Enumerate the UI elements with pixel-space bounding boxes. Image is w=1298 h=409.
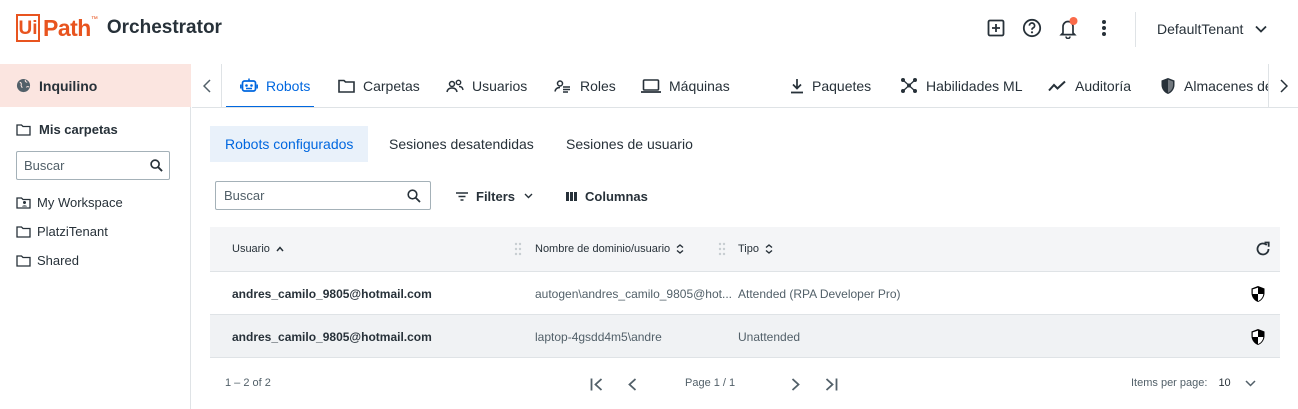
chevron-down-icon [524,193,533,199]
subtab-sesiones-de-usuario[interactable]: Sesiones de usuario [551,126,708,162]
uipath-logo[interactable]: Ui Path ™ Orchestrator [16,14,222,42]
logo-mark: Ui [16,14,40,42]
tabs-scroll-left-button[interactable] [192,64,222,107]
cell-dominio: autogen\andres_camilo_9805@hot... [535,286,732,301]
items-per-page-label: Items per page: [1131,377,1208,389]
tab-habilidades-ml[interactable]: Habilidades ML [900,64,1023,107]
laptop-icon [641,78,661,93]
tab-maquinas[interactable]: Máquinas [641,64,730,107]
shield-icon[interactable] [1248,272,1268,315]
personal-folder-icon [16,197,31,209]
columns-icon [566,191,577,201]
product-name: Orchestrator [106,17,222,38]
tabs-strip: Robots Carpetas Usuarios Roles Máquinas … [223,64,1268,107]
my-folders-title: Mis carpetas [16,122,118,137]
refresh-button[interactable] [1249,227,1271,271]
folder-icon [16,255,31,267]
tabs-bar: Robots Carpetas Usuarios Roles Máquinas … [192,64,1298,108]
subtab-robots-configurados[interactable]: Robots configurados [210,126,369,162]
filters-button[interactable]: Filters [456,184,533,208]
folder-icon [16,124,31,136]
tenant-selector[interactable]: DefaultTenant [1157,21,1268,37]
table-row[interactable]: andres_camilo_9805@hotmail.com laptop-4g… [210,315,1280,358]
folder-item-my-workspace[interactable]: My Workspace [16,195,123,210]
ml-icon [901,78,917,93]
bell-icon[interactable] [1057,17,1079,39]
roles-icon [554,79,570,93]
trend-icon [1048,80,1066,91]
refresh-icon [1256,241,1270,256]
folder-item-platzitenant[interactable]: PlatziTenant [16,224,108,239]
tab-almacenes-de-credenciales[interactable]: Almacenes de cred [1160,64,1268,107]
add-icon[interactable] [985,17,1007,39]
filter-icon [456,191,468,201]
tab-paquetes[interactable]: Paquetes [790,64,871,107]
column-resize-handle[interactable] [514,241,522,257]
columns-button[interactable]: Columnas [566,184,648,208]
sort-icon [765,244,773,254]
search-placeholder: Buscar [224,188,265,203]
tab-carpetas[interactable]: Carpetas [338,64,420,107]
search-icon [150,159,163,172]
tabs-scroll-right-button[interactable] [1268,64,1298,107]
cell-dominio: laptop-4gsdd4m5\andre [535,329,662,344]
sort-asc-icon [276,246,284,252]
table-header: Usuario Nombre de dominio/usuario Tipo [210,227,1280,272]
download-icon [791,78,803,93]
tab-roles[interactable]: Roles [554,64,616,107]
page-indicator: Page 1 / 1 [685,377,736,389]
folder-search-input[interactable]: Buscar [16,151,170,180]
folder-item-shared[interactable]: Shared [16,253,79,268]
sidebar-item-tenant[interactable]: Inquilino [0,64,191,107]
top-header: Ui Path ™ Orchestrator DefaultTenant [0,0,1298,58]
column-header-nombre-de-dominio[interactable]: Nombre de dominio/usuario [535,227,684,271]
last-page-icon[interactable] [821,375,841,393]
help-icon[interactable] [1021,17,1043,39]
tab-usuarios[interactable]: Usuarios [446,64,527,107]
search-icon [407,188,421,203]
items-per-page-value: 10 [1218,377,1231,389]
first-page-icon[interactable] [587,375,607,393]
sidebar-item-label: Inquilino [39,77,98,94]
tab-auditoria[interactable]: Auditoría [1048,64,1131,107]
subtab-sesiones-desatendidas[interactable]: Sesiones desatendidas [374,126,549,162]
grid-search-input[interactable]: Buscar [215,181,431,210]
sidebar: Inquilino Mis carpetas Buscar My Workspa… [0,64,191,409]
folder-icon [16,226,31,238]
cell-tipo: Attended (RPA Developer Pro) [738,286,901,301]
sort-icon [676,244,684,254]
folder-icon [338,79,355,93]
shield-icon[interactable] [1248,315,1268,358]
logo-trademark: ™ [90,16,98,23]
logo-path-text: Path [43,14,91,41]
robot-icon [240,78,258,92]
next-page-icon[interactable] [785,375,805,393]
robots-table: Usuario Nombre de dominio/usuario Tipo a… [210,227,1280,358]
chevron-down-icon [1245,379,1256,387]
cell-usuario: andres_camilo_9805@hotmail.com [232,286,432,301]
items-per-page-selector[interactable]: Items per page: 10 [1131,377,1256,389]
table-row[interactable]: andres_camilo_9805@hotmail.com autogen\a… [210,272,1280,315]
column-header-usuario[interactable]: Usuario [232,227,284,271]
more-vert-icon[interactable] [1093,17,1115,39]
pagination-range: 1 – 2 of 2 [225,377,271,389]
cell-tipo: Unattended [738,329,801,344]
header-divider [1135,12,1136,47]
previous-page-icon[interactable] [622,375,642,393]
users-icon [446,79,464,92]
column-resize-handle[interactable] [718,241,726,257]
cell-usuario: andres_camilo_9805@hotmail.com [232,329,432,344]
search-placeholder: Buscar [24,158,65,173]
tab-robots[interactable]: Robots [226,64,314,107]
chevron-left-icon [202,78,211,93]
shield-icon [1161,77,1175,94]
globe-icon [16,78,31,93]
column-header-tipo[interactable]: Tipo [738,227,773,271]
chevron-down-icon [1255,25,1268,33]
tenant-name: DefaultTenant [1157,21,1244,37]
chevron-right-icon [1279,78,1288,93]
